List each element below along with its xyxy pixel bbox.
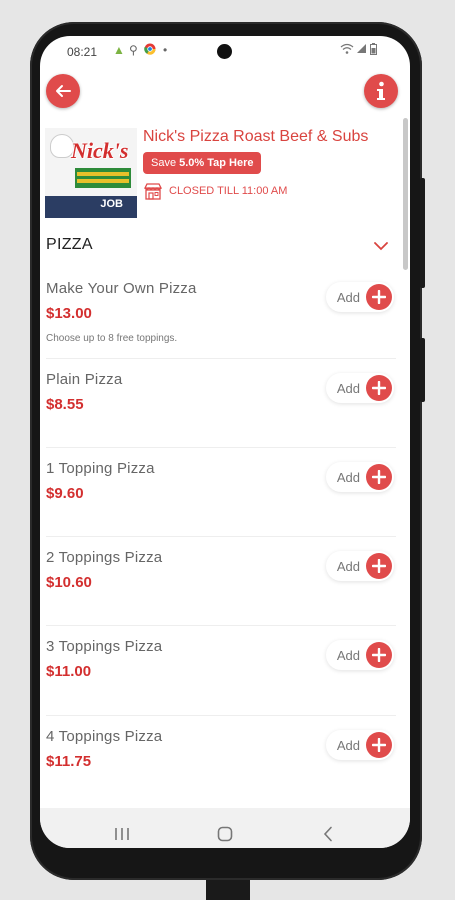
add-label: Add [336,647,360,663]
menu-item[interactable]: Plain Pizza $8.55 Add [46,358,396,447]
dot-icon: • [163,43,168,57]
restaurant-name: Nick's Pizza Roast Beef & Subs [143,128,369,145]
store-icon [143,183,163,200]
wifi-icon [340,43,354,58]
item-price: $9.60 [46,485,84,502]
item-name: Make Your Own Pizza [46,280,197,297]
logo-job: JOB [100,198,123,210]
add-button[interactable]: Add [326,640,394,670]
add-button[interactable]: Add [326,551,394,581]
status-bar: 08:21 ▲ ⚲ • [40,36,410,66]
menu-item[interactable]: 2 Toppings Pizza $10.60 Add [46,536,396,625]
save-promo-button[interactable]: Save 5.0% Tap Here [143,152,262,174]
status-text: CLOSED TILL 11:00 AM [169,185,288,197]
item-name: Plain Pizza [46,371,123,388]
status-time: 08:21 [67,45,98,59]
section-title-pizza: PIZZA [46,236,93,253]
store-status: CLOSED TILL 11:00 AM [143,180,287,202]
plus-icon [366,732,392,758]
system-nav-bar [40,808,410,848]
add-label: Add [336,380,360,396]
add-button[interactable]: Add [326,373,394,403]
item-price: $11.00 [46,663,92,680]
info-button[interactable] [364,74,398,108]
add-button[interactable]: Add [326,462,394,492]
logo-text: Nick's [71,138,129,163]
save-prefix: Save [151,157,177,169]
chevron-down-icon[interactable] [373,240,389,252]
menu-item[interactable]: 3 Toppings Pizza $11.00 Add [46,625,396,714]
item-price: $10.60 [46,574,92,591]
signal-icon [357,43,367,57]
menu-item[interactable]: 4 Toppings Pizza $11.75 Add [46,715,396,804]
chrome-icon [144,43,156,58]
item-description: Choose up to 8 free toppings. [46,333,178,344]
plus-icon [366,464,392,490]
plus-icon [366,375,392,401]
back-button[interactable] [46,74,80,108]
item-name: 4 Toppings Pizza [46,728,163,745]
menu-item[interactable]: 1 Topping Pizza $9.60 Add [46,447,396,536]
front-camera [217,44,232,59]
volume-button [420,178,425,288]
scrollbar[interactable] [403,118,408,270]
usb-cable [206,880,250,900]
item-name: 3 Toppings Pizza [46,638,163,655]
back-icon[interactable] [323,826,333,842]
recent-apps-icon[interactable] [114,827,130,841]
add-label: Add [336,469,360,485]
plus-icon [366,553,392,579]
app-screen: 08:21 ▲ ⚲ • Nick's JOB Nick's Pizza Roas… [40,36,410,848]
add-label: Add [336,558,360,574]
item-name: 2 Toppings Pizza [46,549,163,566]
plus-icon [366,642,392,668]
add-button[interactable]: Add [326,730,394,760]
save-offer: 5.0% Tap Here [179,157,254,169]
battery-icon [370,43,377,58]
add-button[interactable]: Add [326,282,394,312]
plus-icon [366,284,392,310]
restaurant-logo: Nick's JOB [45,128,137,218]
add-label: Add [336,737,360,753]
power-button [420,338,425,402]
arrow-left-icon [56,85,71,97]
item-price: $8.55 [46,396,84,413]
home-icon[interactable] [217,826,233,842]
item-name: 1 Topping Pizza [46,460,155,477]
item-price: $13.00 [46,305,92,322]
info-icon [377,81,385,100]
key-icon: ⚲ [129,43,138,57]
menu-item[interactable]: Make Your Own Pizza $13.00 Choose up to … [46,268,396,356]
android-icon: ▲ [113,43,125,57]
add-label: Add [336,289,360,305]
item-price: $11.75 [46,753,92,770]
